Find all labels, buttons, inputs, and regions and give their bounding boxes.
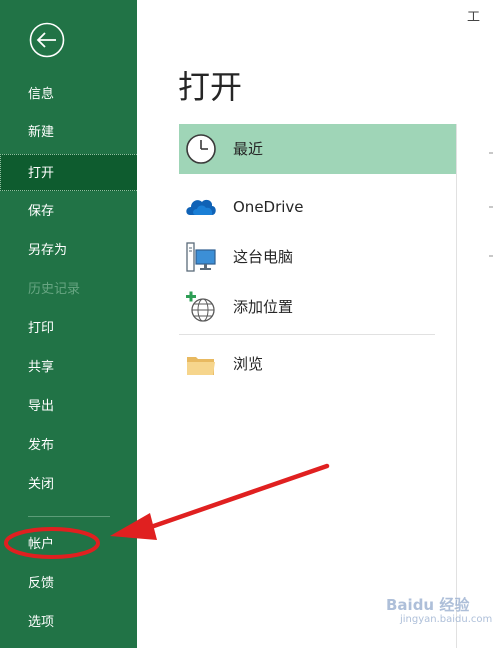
nav-info[interactable]: 信息 (0, 76, 137, 113)
cloud-icon (186, 199, 216, 215)
location-recent[interactable]: 最近 (179, 124, 456, 174)
nav-publish[interactable]: 发布 (0, 427, 137, 464)
add-location-globe-icon (186, 291, 215, 322)
backstage-sidebar: 信息 新建 打开 保存 另存为 历史记录 打印 共享 导出 发布 关闭 帐户 反… (0, 0, 137, 648)
nav-print[interactable]: 打印 (0, 310, 137, 347)
folder-icon (187, 357, 215, 375)
computer-icon (186, 242, 216, 272)
page-title: 打开 (178, 68, 243, 106)
nav-new[interactable]: 新建 (0, 114, 137, 151)
clock-icon (186, 134, 216, 164)
location-browse[interactable]: 浏览 (179, 339, 456, 389)
nav-export[interactable]: 导出 (0, 388, 137, 425)
baidu-watermark: Baidu 经验 jingyan.baidu.com (386, 594, 492, 634)
sidebar-divider (28, 516, 110, 517)
window-title-fragment: 工 (467, 10, 481, 25)
nav-close[interactable]: 关闭 (0, 466, 137, 503)
location-label: OneDrive (233, 198, 304, 216)
location-label: 浏览 (233, 355, 264, 373)
back-button[interactable] (29, 22, 65, 58)
nav-account[interactable]: 帐户 (0, 526, 137, 563)
nav-open[interactable]: 打开 (0, 154, 137, 191)
nav-save[interactable]: 保存 (0, 193, 137, 230)
location-onedrive[interactable]: OneDrive (179, 182, 456, 232)
edge-mark (489, 206, 493, 208)
back-arrow-icon (29, 22, 65, 58)
nav-feedback[interactable]: 反馈 (0, 565, 137, 602)
open-locations-list: 最近 OneDrive 这台电脑 添加位置 浏览 (179, 124, 457, 648)
location-label: 这台电脑 (233, 248, 294, 266)
location-separator (179, 334, 435, 335)
edge-mark (489, 152, 493, 154)
location-label: 添加位置 (233, 298, 294, 316)
watermark-text: Baidu 经验 (386, 596, 470, 614)
edge-mark (489, 255, 493, 257)
watermark-subtext: jingyan.baidu.com (400, 614, 493, 625)
nav-save-as[interactable]: 另存为 (0, 232, 137, 269)
location-label: 最近 (233, 140, 264, 158)
nav-share[interactable]: 共享 (0, 349, 137, 386)
location-this-pc[interactable]: 这台电脑 (179, 232, 456, 282)
nav-history: 历史记录 (28, 282, 81, 297)
location-add-place[interactable]: 添加位置 (179, 282, 456, 332)
excel-backstage-view: 信息 新建 打开 保存 另存为 历史记录 打印 共享 导出 发布 关闭 帐户 反… (0, 0, 493, 648)
nav-options[interactable]: 选项 (0, 604, 137, 641)
